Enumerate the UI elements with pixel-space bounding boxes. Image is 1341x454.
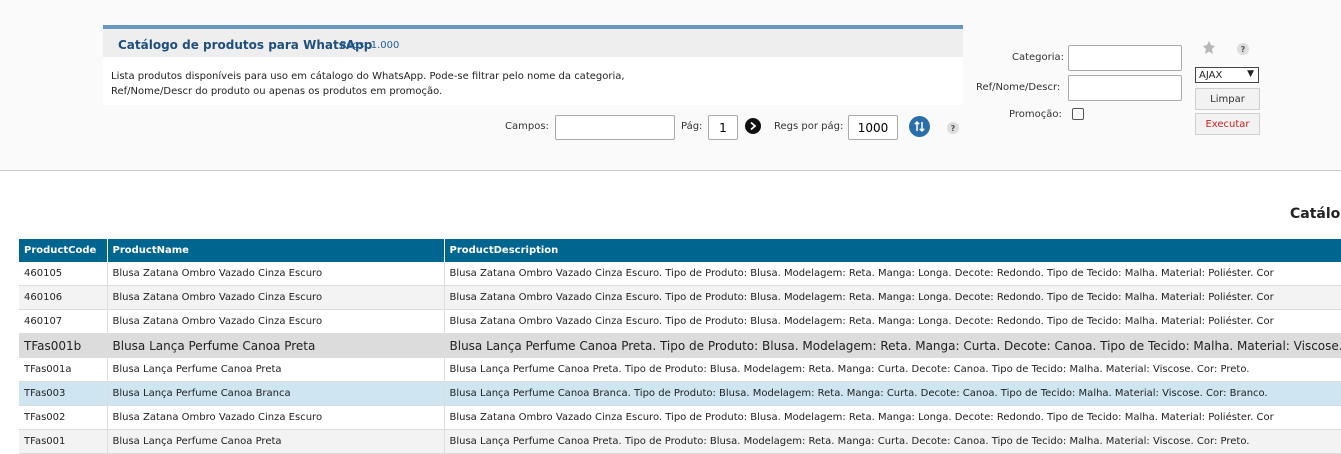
pin-icon[interactable]: [1201, 40, 1217, 56]
info-title: Catálogo de produtos para WhatsApp: [118, 38, 373, 52]
promocao-checkbox[interactable]: [1072, 108, 1084, 120]
column-header-productdescription[interactable]: ProductDescription: [444, 239, 1341, 262]
next-page-button[interactable]: [745, 118, 761, 134]
records-count: Regs: 1.000: [340, 40, 400, 51]
cell-product-name: Blusa Lança Perfume Canoa Branca: [107, 381, 445, 406]
cell-product-name: Blusa Zatana Ombro Vazado Cinza Escuro: [107, 285, 445, 310]
mode-select-value: AJAX: [1199, 69, 1223, 81]
cell-product-description: Blusa Lança Perfume Canoa Preta. Tipo de…: [444, 429, 1341, 454]
cell-product-code: TFas001: [19, 429, 108, 454]
cell-product-name: Blusa Zatana Ombro Vazado Cinza Escuro: [107, 405, 445, 430]
table-row[interactable]: TFas002 Blusa Zatana Ombro Vazado Cinza …: [19, 405, 1341, 430]
chevron-down-icon: ▼: [1247, 69, 1254, 79]
info-description: Lista produtos disponíveis para uso em c…: [111, 71, 625, 97]
cell-product-name: Blusa Lança Perfume Canoa Preta: [107, 357, 445, 382]
cell-product-description: Blusa Zatana Ombro Vazado Cinza Escuro. …: [444, 405, 1341, 430]
cell-product-name: Blusa Lança Perfume Canoa Preta: [107, 429, 445, 454]
regs-per-page-input[interactable]: [848, 115, 898, 140]
ref-nome-descr-input[interactable]: [1068, 75, 1182, 101]
mode-select[interactable]: AJAX ▼: [1195, 67, 1259, 83]
table-row[interactable]: TFas001 Blusa Lança Perfume Canoa Preta …: [19, 429, 1341, 454]
categoria-label: Categoria:: [1012, 52, 1065, 63]
cell-product-name: Blusa Lança Perfume Canoa Preta: [107, 333, 445, 358]
column-header-productname[interactable]: ProductName: [107, 239, 445, 262]
table-row[interactable]: 460106 Blusa Zatana Ombro Vazado Cinza E…: [19, 285, 1341, 310]
limpar-button[interactable]: Limpar: [1195, 88, 1260, 110]
pushpin-icon: [1203, 41, 1215, 54]
executar-button[interactable]: Executar: [1195, 113, 1260, 135]
pager-help-icon[interactable]: ?: [947, 122, 959, 134]
table-row[interactable]: 460107 Blusa Zatana Ombro Vazado Cinza E…: [19, 309, 1341, 334]
page-number-input[interactable]: [708, 115, 738, 140]
page-label: Pág:: [681, 121, 703, 132]
products-table: ProductCode ProductName ProductDescripti…: [19, 239, 1341, 454]
cell-product-code: 460106: [19, 285, 108, 310]
table-row-hovered[interactable]: TFas001b Blusa Lança Perfume Canoa Preta…: [19, 333, 1341, 358]
ref-nome-descr-label: Ref/Nome/Descr:: [976, 82, 1061, 93]
table-header-row: ProductCode ProductName ProductDescripti…: [19, 239, 1341, 262]
cell-product-code: 460105: [19, 262, 108, 286]
page-title: Catálog: [1290, 206, 1341, 222]
info-header: Catálogo de produtos para WhatsApp Regs:…: [103, 25, 963, 57]
cell-product-code: TFas001a: [19, 357, 108, 382]
cell-product-code: 460107: [19, 309, 108, 334]
cell-product-description: Blusa Zatana Ombro Vazado Cinza Escuro. …: [444, 309, 1341, 334]
cell-product-code: TFas003: [19, 381, 108, 406]
cell-product-name: Blusa Zatana Ombro Vazado Cinza Escuro: [107, 309, 445, 334]
campos-input[interactable]: [555, 115, 675, 140]
regs-per-page-label: Regs por pág:: [774, 121, 844, 132]
table-row-selected[interactable]: TFas003 Blusa Lança Perfume Canoa Branca…: [19, 381, 1341, 406]
cell-product-code: TFas001b: [19, 333, 108, 358]
cell-product-description: Blusa Lança Perfume Canoa Preta. Tipo de…: [444, 333, 1341, 358]
filters-help-icon[interactable]: ?: [1237, 43, 1249, 55]
column-header-productcode[interactable]: ProductCode: [19, 239, 108, 262]
sort-button[interactable]: [909, 116, 930, 137]
campos-label: Campos:: [505, 121, 549, 132]
cell-product-name: Blusa Zatana Ombro Vazado Cinza Escuro: [107, 262, 445, 286]
info-panel: Catálogo de produtos para WhatsApp Regs:…: [103, 25, 963, 105]
chevron-right-icon: [750, 121, 757, 131]
cell-product-code: TFas002: [19, 405, 108, 430]
categoria-input[interactable]: [1068, 45, 1182, 71]
sort-arrows-icon: [914, 120, 925, 133]
cell-product-description: Blusa Zatana Ombro Vazado Cinza Escuro. …: [444, 262, 1341, 286]
cell-product-description: Blusa Lança Perfume Canoa Branca. Tipo d…: [444, 381, 1341, 406]
table-row[interactable]: TFas001a Blusa Lança Perfume Canoa Preta…: [19, 357, 1341, 382]
cell-product-description: Blusa Zatana Ombro Vazado Cinza Escuro. …: [444, 285, 1341, 310]
table-row[interactable]: 460105 Blusa Zatana Ombro Vazado Cinza E…: [19, 262, 1341, 286]
promocao-label: Promoção:: [1009, 109, 1062, 120]
cell-product-description: Blusa Lança Perfume Canoa Preta. Tipo de…: [444, 357, 1341, 382]
